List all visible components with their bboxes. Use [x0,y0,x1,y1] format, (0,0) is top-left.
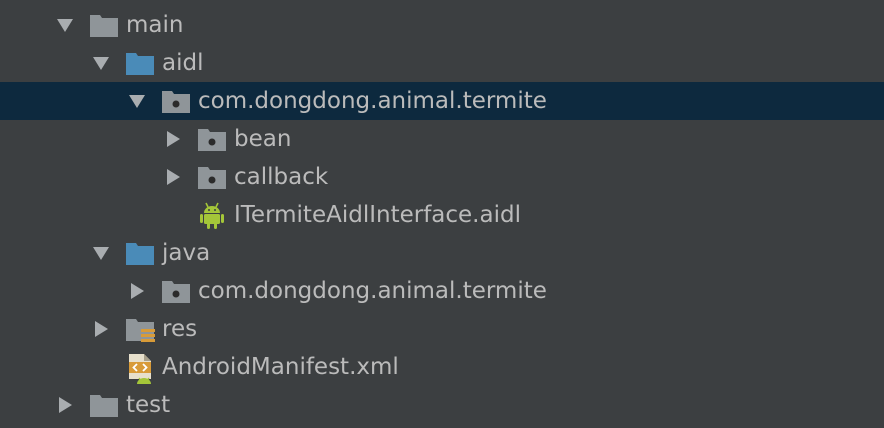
collapse-arrow-icon[interactable] [54,386,74,424]
folder-icon [89,6,119,44]
collapse-arrow-icon[interactable] [126,272,146,310]
tree-node-label: AndroidManifest.xml [162,354,399,380]
source-folder-icon [125,44,155,82]
tree-node-manifest[interactable]: AndroidManifest.xml [0,348,884,386]
project-tree: main aidl com.dongdong.animal.termite be… [0,0,884,428]
expand-arrow-icon[interactable] [126,82,146,120]
expand-arrow-icon[interactable] [54,6,74,44]
tree-node-label: com.dongdong.animal.termite [198,88,547,114]
manifest-file-icon [126,348,156,386]
package-icon [161,272,191,310]
expand-arrow-icon[interactable] [90,44,110,82]
tree-node-bean[interactable]: bean [0,120,884,158]
tree-node-aidl-package[interactable]: com.dongdong.animal.termite [0,82,884,120]
tree-node-label: bean [234,126,292,152]
tree-node-label: res [162,316,198,342]
tree-node-label: ITermiteAidlInterface.aidl [234,202,521,228]
tree-node-aidl-file[interactable]: ITermiteAidlInterface.aidl [0,196,884,234]
tree-node-label: test [126,392,171,418]
tree-node-java-package[interactable]: com.dongdong.animal.termite [0,272,884,310]
android-icon [198,196,228,234]
collapse-arrow-icon[interactable] [90,310,110,348]
package-icon [197,120,227,158]
tree-node-callback[interactable]: callback [0,158,884,196]
tree-node-test[interactable]: test [0,386,884,424]
tree-node-main[interactable]: main [0,6,884,44]
source-folder-icon [125,234,155,272]
tree-node-label: main [126,12,184,38]
folder-icon [89,386,119,424]
tree-node-label: java [162,240,211,266]
tree-node-res[interactable]: res [0,310,884,348]
tree-node-label: callback [234,164,329,190]
package-icon [161,82,191,120]
collapse-arrow-icon[interactable] [162,120,182,158]
collapse-arrow-icon[interactable] [162,158,182,196]
package-icon [197,158,227,196]
tree-node-label: aidl [162,50,204,76]
tree-node-label: com.dongdong.animal.termite [198,278,547,304]
tree-node-aidl[interactable]: aidl [0,44,884,82]
tree-node-java[interactable]: java [0,234,884,272]
expand-arrow-icon[interactable] [90,234,110,272]
resource-folder-icon [125,310,155,348]
